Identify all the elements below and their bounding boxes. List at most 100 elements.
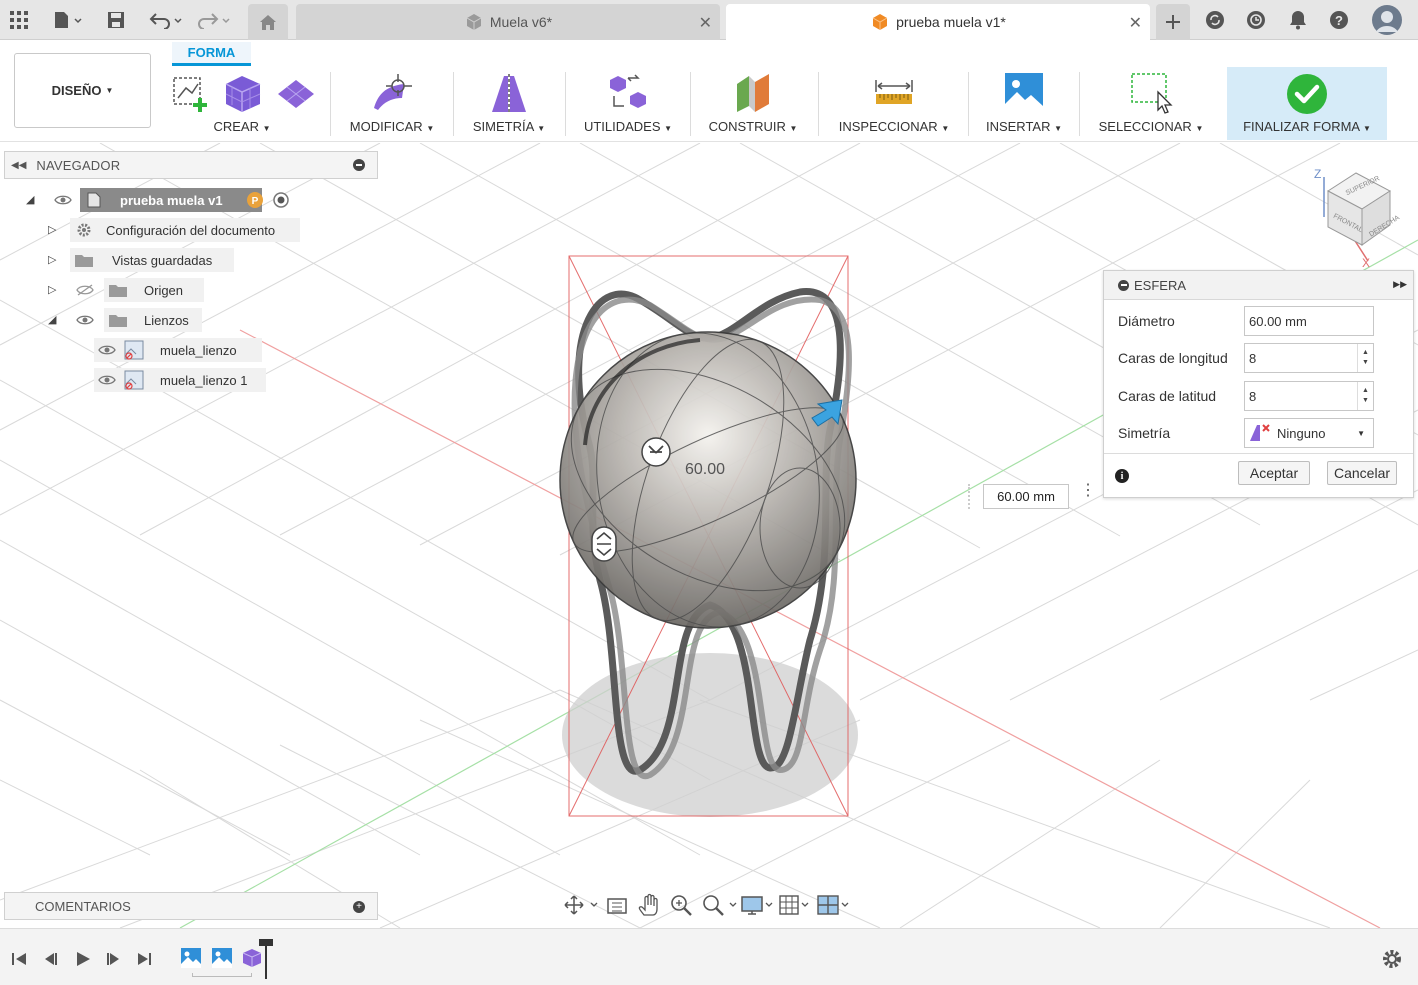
expand-triangle-icon[interactable]: ▷ (48, 283, 56, 296)
apps-grid-icon[interactable] (8, 6, 30, 34)
insert-image-icon (1005, 73, 1043, 111)
ribbon-toolbar: DISEÑO ▼ FORMA CREAR ▼ MODIFICAR ▼ SIMET… (0, 40, 1418, 142)
new-tab-icon[interactable] (1156, 4, 1190, 40)
modify-group[interactable]: MODIFICAR ▼ (338, 70, 446, 140)
tree-item-canvases[interactable]: ◢ Lienzos (46, 308, 206, 332)
timeline-marker-head[interactable] (259, 939, 273, 946)
notifications-bell-icon[interactable] (1287, 6, 1309, 34)
viewcube[interactable]: Z X SUPERIOR FRONTAL DERECHA (1310, 163, 1400, 273)
home-icon[interactable] (248, 4, 288, 40)
folder-icon (109, 285, 127, 297)
symmetry-none-icon (1250, 424, 1270, 441)
timeline-canvas-icon[interactable] (211, 947, 233, 969)
info-icon[interactable]: i (1115, 469, 1129, 483)
ok-button[interactable]: Aceptar (1238, 461, 1310, 485)
close-icon[interactable]: ✕ (699, 13, 712, 33)
inline-diameter-input[interactable]: 60.00 mm (983, 484, 1069, 509)
grid-settings-icon[interactable] (776, 893, 814, 917)
more-options-icon[interactable]: ⋮ (1080, 483, 1096, 499)
eye-hidden-icon[interactable] (76, 284, 94, 296)
tree-item-document-settings[interactable]: ▷ Configuración del documento (46, 218, 306, 242)
latitude-faces-input[interactable]: 8 ▲ ▼ (1244, 381, 1374, 411)
gear-icon[interactable] (1381, 948, 1403, 970)
tree-item-canvas[interactable]: muela_lienzo (94, 338, 264, 362)
zoom-icon[interactable] (666, 893, 698, 917)
symmetry-group[interactable]: SIMETRÍA ▼ (460, 70, 558, 140)
step-forward-icon[interactable] (104, 951, 122, 967)
utilities-group[interactable]: UTILIDADES ▼ (572, 70, 684, 140)
expand-triangle-icon[interactable]: ▷ (48, 253, 56, 266)
tree-root[interactable]: ◢ prueba muela v1 P (22, 188, 302, 212)
eye-icon[interactable] (54, 194, 72, 206)
go-to-start-icon[interactable] (10, 951, 28, 967)
tree-item-label: Configuración del documento (106, 222, 276, 238)
add-comment-icon[interactable]: + (353, 901, 365, 913)
construct-group[interactable]: CONSTRUIR ▼ (697, 70, 809, 140)
minimize-icon[interactable] (1118, 279, 1129, 291)
minimize-icon[interactable] (353, 159, 365, 171)
help-icon[interactable]: ? (1328, 6, 1350, 34)
longitude-faces-input[interactable]: 8 ▲ ▼ (1244, 343, 1374, 373)
save-icon[interactable] (105, 6, 127, 34)
redo-icon[interactable] (194, 6, 234, 34)
tree-item-saved-views[interactable]: ▷ Vistas guardadas (46, 248, 236, 272)
expand-triangle-icon[interactable]: ▷ (48, 223, 56, 236)
symmetry-select[interactable]: Ninguno ▼ (1244, 418, 1374, 448)
dialog-header[interactable]: ESFERA ▶▶ (1104, 271, 1413, 300)
eye-icon[interactable] (98, 344, 116, 356)
go-to-end-icon[interactable] (136, 951, 154, 967)
undo-icon[interactable] (146, 6, 186, 34)
sync-icon[interactable] (1204, 6, 1226, 34)
create-group[interactable]: CREAR ▼ (160, 70, 324, 140)
collapse-left-icon[interactable]: ◀◀ (11, 160, 26, 171)
comments-panel[interactable]: COMENTARIOS + (4, 892, 378, 920)
design-doc-icon (872, 14, 888, 30)
look-at-icon[interactable] (602, 893, 634, 917)
timeline-canvas-icon[interactable] (180, 947, 202, 969)
modify-icon (374, 74, 412, 110)
viewports-icon[interactable] (814, 893, 852, 917)
symmetry-label: SIMETRÍA ▼ (472, 119, 546, 134)
diameter-input[interactable]: 60.00 mm (1244, 306, 1374, 336)
close-icon[interactable]: ✕ (1129, 13, 1142, 33)
spinner-icon[interactable]: ▲ ▼ (1357, 344, 1373, 372)
display-settings-icon[interactable] (738, 893, 776, 917)
inline-drag-handle[interactable] (968, 484, 978, 509)
eye-icon[interactable] (98, 374, 116, 386)
eye-icon[interactable] (76, 314, 94, 326)
tree-item-canvas[interactable]: muela_lienzo 1 (94, 368, 269, 392)
tab-muela-v6[interactable]: Muela v6* ✕ (296, 4, 720, 40)
workspace-switcher[interactable]: DISEÑO ▼ (14, 53, 151, 128)
plane-icon[interactable] (276, 76, 316, 112)
timeline-marker[interactable] (265, 943, 267, 979)
spinner-icon[interactable]: ▲ ▼ (1357, 382, 1373, 410)
expand-right-icon[interactable]: ▶▶ (1393, 279, 1407, 290)
tree-root-label-box[interactable]: prueba muela v1 (80, 188, 262, 212)
rotate-manipulator-icon (641, 437, 671, 467)
measure-icon (875, 80, 913, 104)
inspect-group[interactable]: INSPECCIONAR ▼ (826, 70, 962, 140)
finish-form-group[interactable]: FINALIZAR FORMA ▼ (1227, 67, 1387, 140)
navigator-header[interactable]: ◀◀ NAVEGADOR (4, 151, 378, 179)
select-group[interactable]: SELECCIONAR ▼ (1086, 70, 1216, 140)
user-avatar-icon[interactable] (1372, 5, 1402, 35)
insert-group[interactable]: INSERTAR ▼ (976, 70, 1072, 140)
play-icon[interactable] (74, 951, 92, 967)
box-icon[interactable] (222, 72, 264, 114)
file-menu-icon[interactable] (50, 6, 86, 34)
create-form-icon[interactable] (170, 72, 212, 114)
tree-item-origin[interactable]: ▷ Origen (46, 278, 206, 302)
timeline-form-icon[interactable] (241, 947, 263, 969)
job-status-icon[interactable] (1245, 6, 1267, 34)
orbit-icon[interactable] (562, 893, 598, 917)
zoom-window-icon[interactable] (698, 893, 738, 917)
tab-forma[interactable]: FORMA (172, 42, 251, 66)
symmetry-label: Simetría (1118, 425, 1171, 441)
pan-hand-icon[interactable] (634, 893, 666, 917)
cancel-button[interactable]: Cancelar (1327, 461, 1397, 485)
tab-prueba-muela-v1[interactable]: prueba muela v1* ✕ (726, 4, 1150, 40)
collapse-triangle-icon[interactable]: ◢ (48, 313, 56, 326)
activate-radio-icon[interactable] (272, 191, 290, 209)
collapse-triangle-icon[interactable]: ◢ (26, 193, 34, 206)
step-back-icon[interactable] (42, 951, 60, 967)
